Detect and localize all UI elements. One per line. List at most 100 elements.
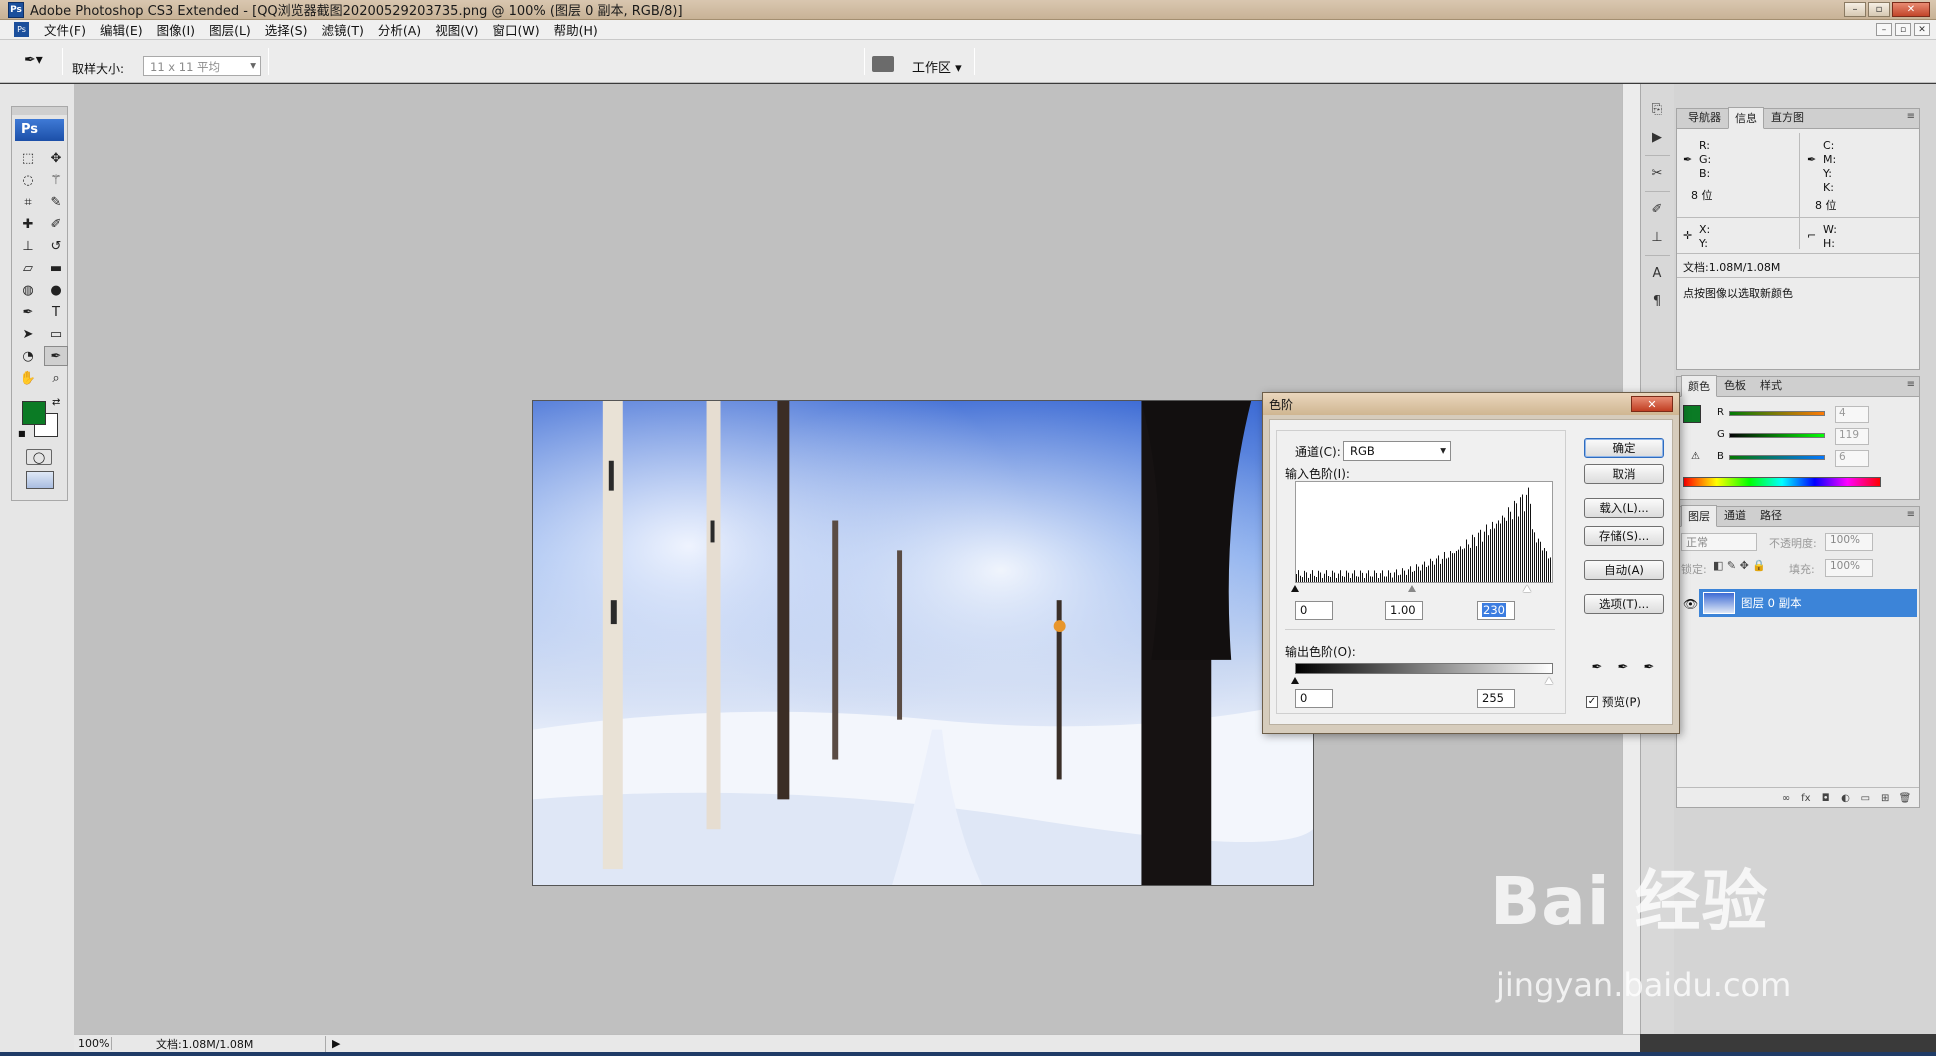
restore-button[interactable]: ▫ (1868, 2, 1890, 17)
document-size[interactable]: 文档:1.08M/1.08M (156, 1035, 326, 1052)
black-eyedropper-icon[interactable]: ✒ (1588, 660, 1606, 676)
slice-tool-icon[interactable]: ✎ (44, 192, 68, 212)
type-tool-icon[interactable]: T (44, 302, 68, 322)
pen-tool-icon[interactable]: ✒ (16, 302, 40, 322)
magic-wand-tool-icon[interactable]: ⚚ (44, 170, 68, 190)
clone-source-icon[interactable]: ⊥ (1645, 226, 1669, 248)
output-black-field[interactable]: 0 (1295, 689, 1333, 708)
swap-colors-icon[interactable]: ⇄ (52, 397, 60, 408)
tab-color[interactable]: 颜色 (1681, 375, 1717, 397)
link-layers-icon[interactable]: ∞ (1778, 793, 1794, 804)
layer-name[interactable]: 图层 0 副本 (1741, 595, 1802, 611)
notes-tool-icon[interactable]: ◔ (16, 346, 40, 366)
fill-value[interactable]: 100% (1825, 559, 1873, 577)
marquee-tool-icon[interactable]: ⬚ (16, 148, 40, 168)
levels-dialog-titlebar[interactable]: 色阶 (1263, 393, 1679, 415)
output-white-slider[interactable] (1545, 677, 1553, 684)
lock-icons[interactable]: ◧ ✎ ✥ 🔒 (1713, 559, 1766, 572)
document-canvas-image[interactable] (532, 400, 1314, 886)
menu-analysis[interactable]: 分析(A) (371, 20, 428, 39)
input-white-field[interactable]: 230 (1477, 601, 1515, 620)
menu-window[interactable]: 窗口(W) (486, 20, 547, 39)
output-black-slider[interactable] (1291, 677, 1299, 684)
zoom-level[interactable]: 100% (74, 1037, 112, 1050)
menu-select[interactable]: 选择(S) (258, 20, 315, 39)
menu-view[interactable]: 视图(V) (428, 20, 485, 39)
input-black-field[interactable]: 0 (1295, 601, 1333, 620)
b-slider[interactable] (1729, 455, 1825, 460)
panel-menu-icon[interactable]: ≡ (1907, 111, 1915, 122)
menu-filter[interactable]: 滤镜(T) (314, 20, 370, 39)
tool-presets-icon[interactable]: ✂ (1645, 162, 1669, 184)
input-gamma-slider[interactable] (1408, 585, 1416, 592)
zoom-tool-icon[interactable]: ⌕ (44, 368, 68, 388)
input-black-slider[interactable] (1291, 585, 1299, 592)
workspace-icon[interactable] (872, 56, 894, 72)
delete-layer-icon[interactable]: 🗑 (1897, 793, 1913, 804)
blend-mode-select[interactable]: 正常 (1681, 533, 1757, 551)
gamut-warning-icon[interactable]: ⚠ (1691, 451, 1700, 462)
menu-help[interactable]: 帮助(H) (547, 20, 605, 39)
path-selection-tool-icon[interactable]: ➤ (16, 324, 40, 344)
g-slider[interactable] (1729, 433, 1825, 438)
character-panel-icon[interactable]: A (1645, 262, 1669, 284)
input-gamma-field[interactable]: 1.00 (1385, 601, 1423, 620)
layer-style-icon[interactable]: fx (1798, 793, 1814, 804)
status-arrow-icon[interactable]: ▶ (332, 1037, 340, 1050)
tab-paths[interactable]: 路径 (1753, 504, 1789, 526)
hand-tool-icon[interactable]: ✋ (16, 368, 40, 388)
r-value[interactable]: 4 (1835, 406, 1869, 423)
tab-info[interactable]: 信息 (1728, 107, 1764, 129)
levels-close-button[interactable]: ✕ (1631, 396, 1673, 412)
input-white-slider[interactable] (1523, 585, 1531, 592)
shape-tool-icon[interactable]: ▭ (44, 324, 68, 344)
load-button[interactable]: 载入(L)... (1584, 498, 1664, 518)
toolbox-grip[interactable] (12, 107, 67, 115)
tab-histogram[interactable]: 直方图 (1764, 106, 1811, 128)
tab-navigator[interactable]: 导航器 (1681, 106, 1728, 128)
tab-layers[interactable]: 图层 (1681, 505, 1717, 527)
workspace-menu[interactable]: 工作区 ▾ (912, 57, 962, 76)
quick-mask-icon[interactable]: ◯ (26, 449, 52, 465)
doc-minimize-button[interactable]: – (1876, 23, 1892, 36)
clone-stamp-tool-icon[interactable]: ⊥ (16, 236, 40, 256)
panel-menu-icon[interactable]: ≡ (1907, 509, 1915, 520)
menu-layer[interactable]: 图层(L) (202, 20, 258, 39)
doc-restore-button[interactable]: ▫ (1895, 23, 1911, 36)
output-white-field[interactable]: 255 (1477, 689, 1515, 708)
save-button[interactable]: 存储(S)... (1584, 526, 1664, 546)
layer-mask-icon[interactable]: ◘ (1818, 793, 1834, 804)
dodge-tool-icon[interactable]: ● (44, 280, 68, 300)
menu-edit[interactable]: 编辑(E) (93, 20, 150, 39)
gradient-tool-icon[interactable]: ▬ (44, 258, 68, 278)
menu-file[interactable]: 文件(F) (37, 20, 93, 39)
options-button[interactable]: 选项(T)... (1584, 594, 1664, 614)
g-value[interactable]: 119 (1835, 428, 1869, 445)
actions-panel-icon[interactable]: ▶ (1645, 126, 1669, 148)
tab-swatches[interactable]: 色板 (1717, 374, 1753, 396)
document-icon[interactable]: Ps (14, 22, 29, 37)
crop-tool-icon[interactable]: ⌗ (16, 192, 40, 212)
eyedropper-tool-icon[interactable]: ✒ (44, 346, 68, 366)
preview-checkbox[interactable]: ✓ 预览(P) (1586, 694, 1641, 710)
move-tool-icon[interactable]: ✥ (44, 148, 68, 168)
history-brush-tool-icon[interactable]: ↺ (44, 236, 68, 256)
visibility-eye-icon[interactable]: 👁 (1683, 597, 1698, 611)
blur-tool-icon[interactable]: ◍ (16, 280, 40, 300)
adjustment-layer-icon[interactable]: ◐ (1838, 793, 1854, 804)
r-slider[interactable] (1729, 411, 1825, 416)
ok-button[interactable]: 确定 (1584, 438, 1664, 458)
healing-brush-tool-icon[interactable]: ✚ (16, 214, 40, 234)
close-window-button[interactable]: ✕ (1892, 2, 1930, 17)
channel-select[interactable]: RGB (1343, 441, 1451, 461)
lasso-tool-icon[interactable]: ◌ (16, 170, 40, 190)
screen-mode-icon[interactable] (26, 471, 54, 489)
foreground-color-swatch[interactable] (22, 401, 46, 425)
white-eyedropper-icon[interactable]: ✒ (1640, 660, 1658, 676)
auto-button[interactable]: 自动(A) (1584, 560, 1664, 580)
color-spectrum-ramp[interactable] (1683, 477, 1881, 487)
sample-size-select[interactable]: 11 x 11 平均 (143, 56, 261, 76)
history-panel-icon[interactable]: ⎘ (1645, 98, 1669, 120)
default-colors-icon[interactable]: ■ (18, 429, 26, 438)
eyedropper-tool-preset-icon[interactable]: ✒▾ (24, 52, 58, 72)
